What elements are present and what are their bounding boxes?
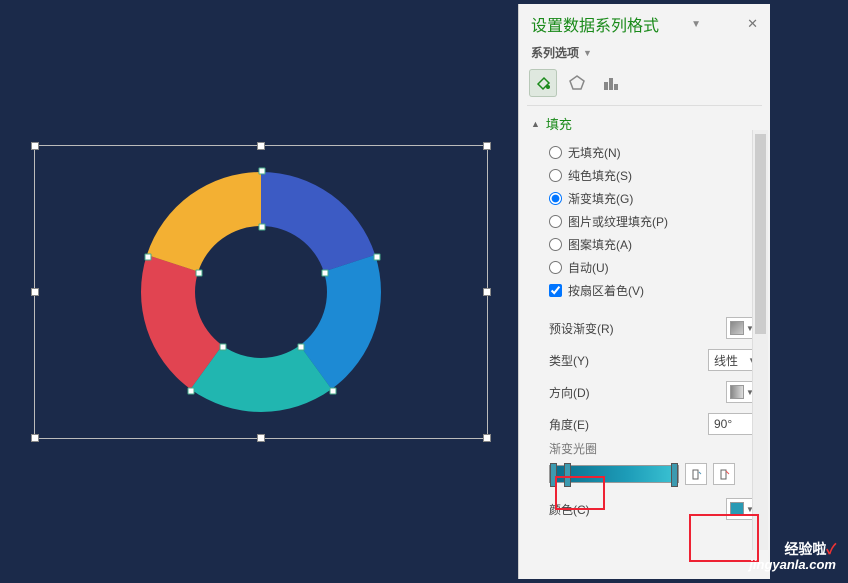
resize-handle[interactable] bbox=[31, 288, 39, 296]
resize-handle[interactable] bbox=[31, 142, 39, 150]
fill-label: 填充 bbox=[546, 114, 572, 133]
data-point-handle[interactable] bbox=[374, 254, 381, 261]
auto-fill-option[interactable]: 自动(U) bbox=[549, 256, 762, 279]
gradient-settings: 预设渐变(R) ▼ 类型(Y) 线性▼ 方向(D) ▼ 角度(E) 90° bbox=[519, 302, 770, 440]
resize-handle[interactable] bbox=[257, 142, 265, 150]
picture-fill-option[interactable]: 图片或纹理填充(P) bbox=[549, 210, 762, 233]
remove-stop-button[interactable] bbox=[713, 463, 735, 485]
series-options-label: 系列选项 bbox=[531, 44, 579, 61]
format-data-series-panel: 设置数据系列格式 ▼ ✕ 系列选项 ▼ ▲ 填充 无填充(N) 纯色填充(S) … bbox=[518, 4, 770, 579]
close-icon[interactable]: ✕ bbox=[747, 16, 758, 32]
format-tabs bbox=[519, 65, 770, 105]
pattern-fill-option[interactable]: 图案填充(A) bbox=[549, 233, 762, 256]
data-point-handle[interactable] bbox=[330, 388, 337, 395]
bar-chart-icon bbox=[602, 74, 620, 92]
chart-selection[interactable] bbox=[34, 145, 488, 439]
resize-handle[interactable] bbox=[257, 434, 265, 442]
gradient-stop[interactable] bbox=[550, 463, 557, 487]
collapse-icon: ▲ bbox=[531, 119, 540, 129]
gradient-stop[interactable] bbox=[564, 463, 571, 487]
fill-line-tab[interactable] bbox=[529, 69, 557, 97]
resize-handle[interactable] bbox=[31, 434, 39, 442]
direction-label: 方向(D) bbox=[549, 384, 726, 401]
resize-handle[interactable] bbox=[483, 434, 491, 442]
add-stop-icon bbox=[690, 468, 702, 480]
scrollbar-thumb[interactable] bbox=[755, 134, 766, 334]
resize-handle[interactable] bbox=[483, 288, 491, 296]
gradient-bar[interactable] bbox=[549, 465, 679, 483]
paint-bucket-icon bbox=[534, 74, 552, 92]
resize-handle[interactable] bbox=[483, 142, 491, 150]
direction-swatch-icon bbox=[730, 385, 744, 399]
solid-fill-option[interactable]: 纯色填充(S) bbox=[549, 164, 762, 187]
fill-options: 无填充(N) 纯色填充(S) 渐变填充(G) 图片或纹理填充(P) 图案填充(A… bbox=[519, 141, 770, 302]
preset-gradient-label: 预设渐变(R) bbox=[549, 320, 726, 337]
type-label: 类型(Y) bbox=[549, 352, 708, 369]
data-point-handle[interactable] bbox=[220, 344, 227, 351]
remove-stop-icon bbox=[718, 468, 730, 480]
gradient-stop[interactable] bbox=[671, 463, 678, 487]
chart-slice[interactable] bbox=[261, 172, 375, 272]
panel-title: 设置数据系列格式 bbox=[531, 12, 659, 36]
fill-section-header[interactable]: ▲ 填充 bbox=[519, 106, 770, 141]
panel-menu-icon[interactable]: ▼ bbox=[691, 19, 701, 30]
data-point-handle[interactable] bbox=[298, 344, 305, 351]
pentagon-icon bbox=[568, 74, 586, 92]
vary-colors-option[interactable]: 按扇区着色(V) bbox=[549, 279, 762, 302]
series-options-tab[interactable] bbox=[597, 69, 625, 97]
color-label: 颜色(C) bbox=[549, 501, 726, 518]
angle-label: 角度(E) bbox=[549, 416, 708, 433]
gradient-fill-option[interactable]: 渐变填充(G) bbox=[549, 187, 762, 210]
data-point-handle[interactable] bbox=[322, 270, 329, 277]
color-swatch-icon bbox=[730, 502, 744, 516]
panel-scrollbar[interactable] bbox=[752, 130, 768, 550]
data-point-handle[interactable] bbox=[259, 168, 266, 175]
data-point-handle[interactable] bbox=[196, 270, 203, 277]
no-fill-option[interactable]: 无填充(N) bbox=[549, 141, 762, 164]
doughnut-chart[interactable] bbox=[131, 162, 391, 422]
watermark: 经验啦✓ jingyanla.com bbox=[749, 541, 836, 573]
data-point-handle[interactable] bbox=[259, 224, 266, 231]
gradient-stops-label: 渐变光圈 bbox=[519, 440, 770, 457]
data-point-handle[interactable] bbox=[188, 388, 195, 395]
chevron-down-icon: ▼ bbox=[583, 48, 592, 58]
color-swatch-icon bbox=[730, 321, 744, 335]
series-options-dropdown[interactable]: 系列选项 ▼ bbox=[519, 40, 770, 65]
add-stop-button[interactable] bbox=[685, 463, 707, 485]
effects-tab[interactable] bbox=[563, 69, 591, 97]
chart-slice[interactable] bbox=[147, 172, 261, 272]
data-point-handle[interactable] bbox=[145, 254, 152, 261]
